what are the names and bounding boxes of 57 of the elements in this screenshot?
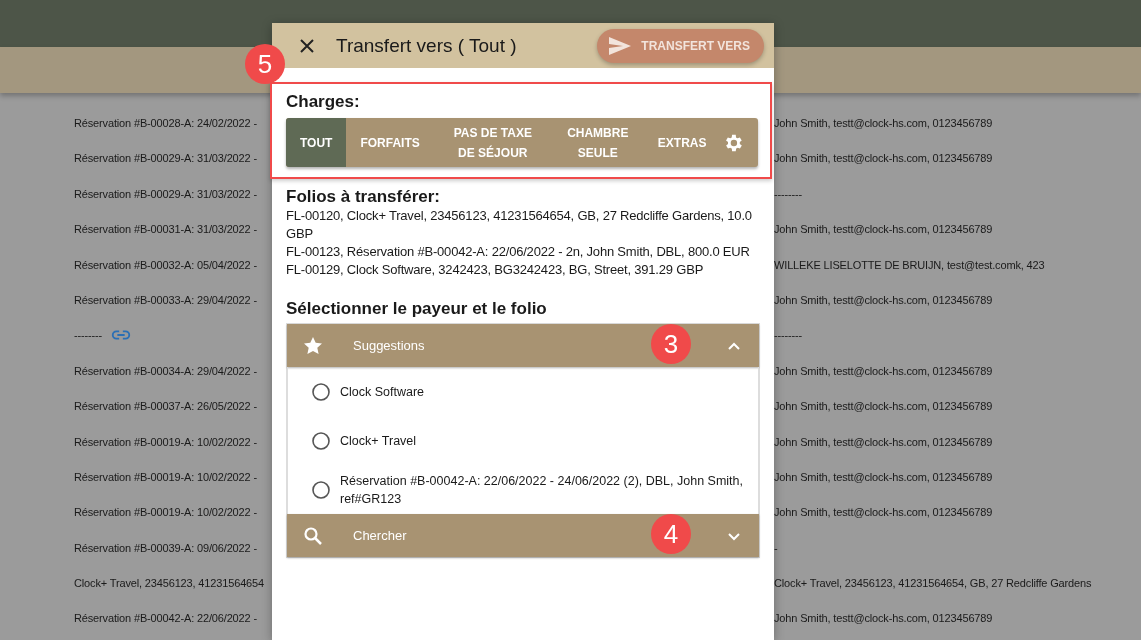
row-text: Réservation #B-00019-A: 10/02/2022 - (74, 470, 257, 483)
radio-button[interactable] (312, 431, 330, 450)
folio-line: FL-00123, Réservation #B-00042-A: 22/06/2022 - 2n, John Smith, DBL, 800.0 EUR (286, 243, 751, 261)
charge-tab[interactable]: EXTRAS (643, 118, 721, 167)
row-text: Réservation #B-00029-A: 31/03/2022 - (74, 152, 257, 165)
row-text: John Smith, testt@clock-hs.com, 0123456789 (774, 435, 993, 448)
charges-label: Charges: (286, 92, 360, 112)
folio-line: FL-00129, Clock Software, 3242423, BG3242423, BG, Street, 391.29 GBP (286, 261, 705, 279)
row-text: John Smith, testt@clock-hs.com, 0123456789 (774, 152, 993, 165)
step-badge: 4 (651, 514, 691, 554)
row-text: Clock+ Travel, 23456123, 41231564654, GB, 27 Redcliffe Gardens (774, 577, 1092, 590)
row-text: John Smith, testt@clock-hs.com, 0123456789 (774, 293, 993, 306)
row-text: John Smith, testt@clock-hs.com, 0123456789 (774, 400, 993, 413)
radio-button[interactable] (312, 382, 330, 401)
row-text: WILLEKE LISELOTTE DE BRUIJN, test@test.comk, 423 (774, 258, 1045, 271)
row-text: Réservation #B-00031-A: 31/03/2022 - (74, 223, 257, 236)
row-text: John Smith, testt@clock-hs.com, 0123456789 (774, 470, 993, 483)
row-text: -------- (774, 329, 803, 342)
row-text: Réservation #B-00033-A: 29/04/2022 - (74, 293, 257, 306)
radio-option[interactable]: Clock+ Travel (288, 416, 758, 465)
dialog-title: Transfert vers ( Tout ) (336, 34, 518, 57)
row-text: - (774, 541, 778, 554)
radio-button[interactable] (312, 480, 330, 499)
radio-option[interactable]: Clock Software (288, 367, 758, 416)
accordion-header[interactable]: Chercher 4 (287, 514, 759, 557)
step-badge: 3 (651, 324, 691, 364)
row-text: John Smith, testt@clock-hs.com, 0123456789 (774, 506, 993, 519)
row-text: Réservation #B-00029-A: 31/03/2022 - (74, 187, 257, 200)
row-text: Clock+ Travel, 23456123, 41231564654 (74, 577, 264, 590)
send-icon (609, 36, 632, 55)
transfer-button[interactable]: TRANSFERT VERS (597, 28, 764, 63)
row-text: Réservation #B-00037-A: 26/05/2022 - (74, 400, 257, 413)
charge-tab[interactable]: TOUT (286, 118, 347, 167)
payer-heading: Sélectionner le payeur et le folio (286, 299, 547, 319)
row-text: John Smith, testt@clock-hs.com, 0123456789 (774, 223, 993, 236)
row-text: John Smith, testt@clock-hs.com, 0123456789 (774, 612, 993, 625)
row-text: Réservation #B-00039-A: 09/06/2022 - (74, 541, 257, 554)
folios-heading: Folios à transférer: (286, 187, 440, 207)
star-icon (303, 335, 323, 356)
row-text: Réservation #B-00019-A: 10/02/2022 - (74, 506, 257, 519)
search-icon (303, 525, 323, 546)
row-text: Réservation #B-00028-A: 24/02/2022 - (74, 117, 257, 129)
row-text: Réservation #B-00034-A: 29/04/2022 - (74, 364, 257, 377)
accordion-header[interactable]: Suggestions 3 (287, 324, 759, 367)
row-text: Réservation #B-00042-A: 22/06/2022 - (74, 612, 257, 625)
charge-tab[interactable]: FORFAITS (346, 118, 434, 167)
folio-line: FL-00120, Clock+ Travel, 23456123, 41231564654, GB, 27 Redcliffe Gardens, 10.0 GBP (286, 207, 753, 243)
close-icon[interactable] (300, 38, 314, 53)
charge-tab[interactable]: PAS DE TAXE DE SÉJOUR (433, 118, 552, 167)
row-text: -------- (74, 329, 103, 342)
row-text: Réservation #B-00032-A: 05/04/2022 - (74, 258, 257, 271)
row-text: -------- (774, 187, 803, 200)
row-text: Réservation #B-00019-A: 10/02/2022 - (74, 435, 257, 448)
row-text: John Smith, testt@clock-hs.com, 0123456789 (774, 117, 993, 129)
radio-option[interactable]: Réservation #B-00042-A: 22/06/2022 - 24/06/2022 (2), DBL, John Smith, ref#GR123 (288, 465, 758, 514)
row-text: John Smith, testt@clock-hs.com, 0123456789 (774, 364, 993, 377)
charge-tab[interactable]: CHAMBRE SEULE (551, 118, 644, 167)
